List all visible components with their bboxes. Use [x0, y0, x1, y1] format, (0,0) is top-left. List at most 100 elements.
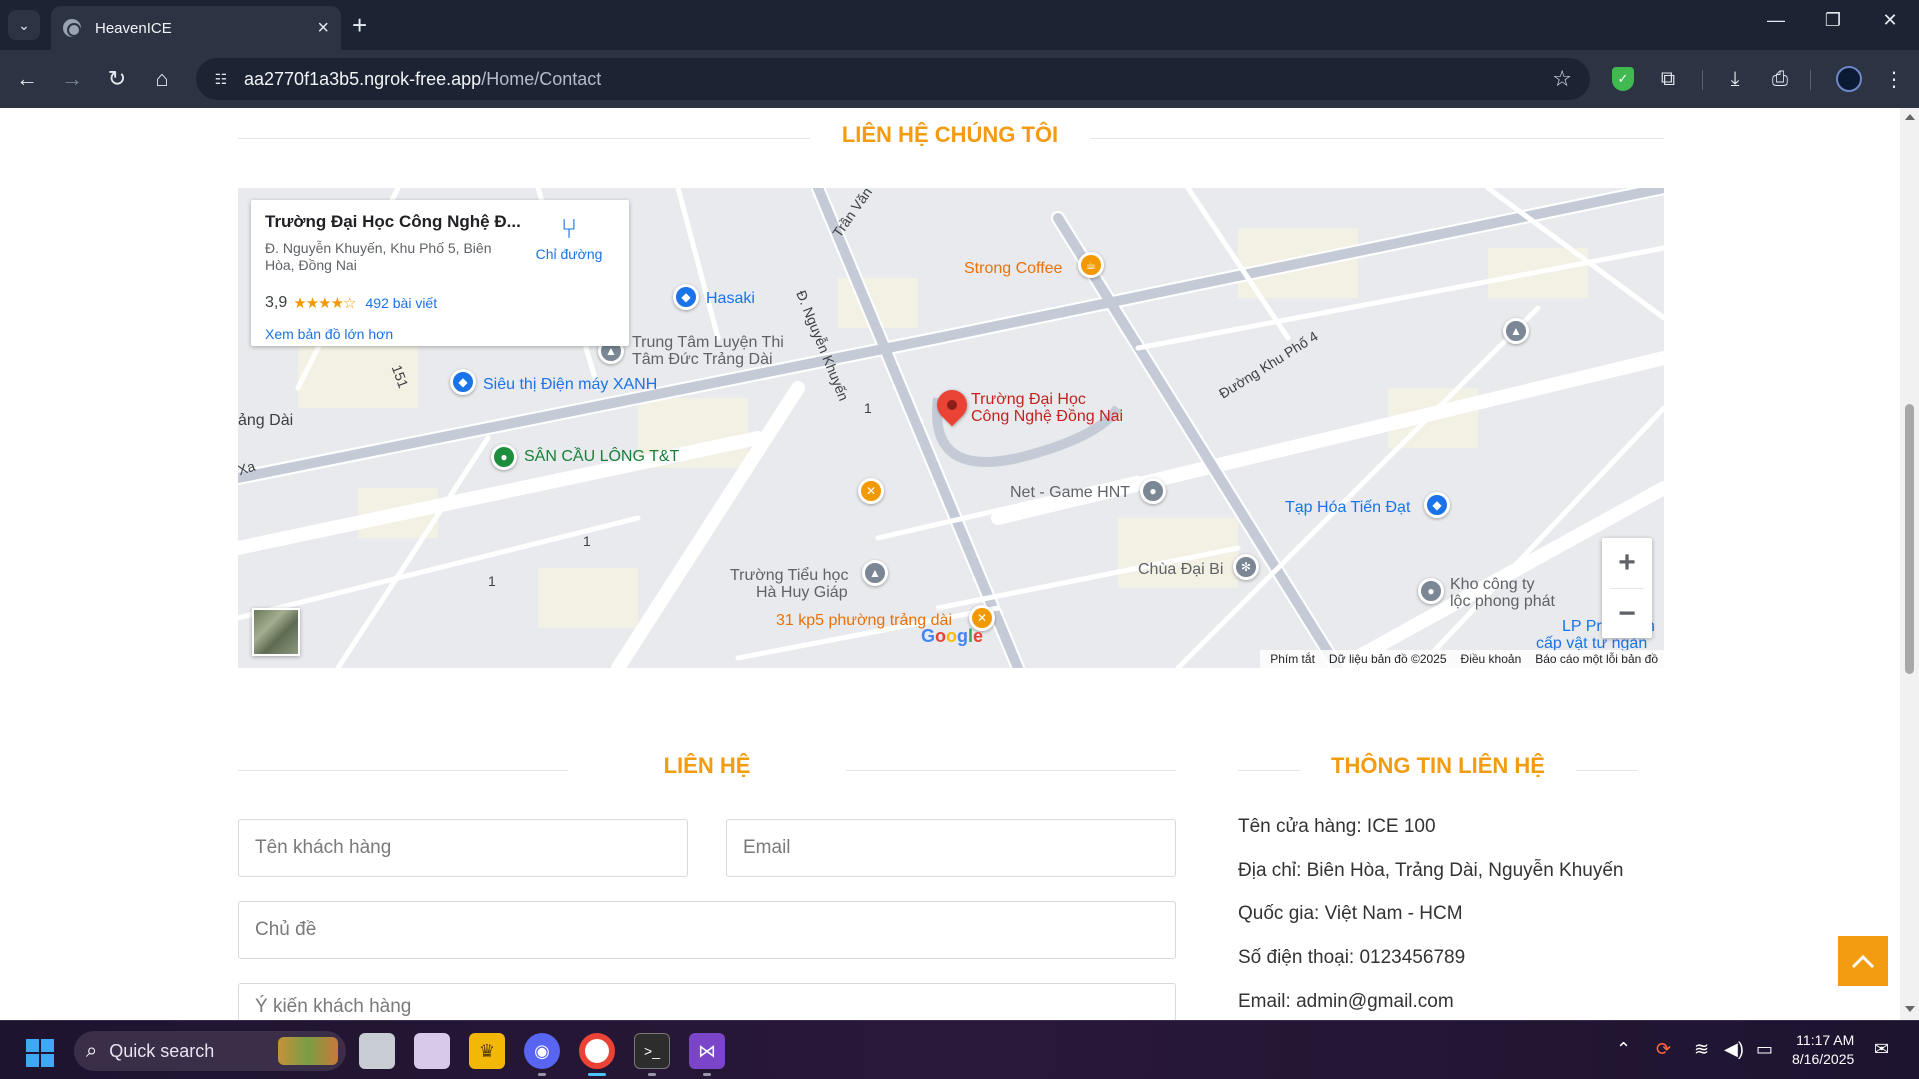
directions-button[interactable]: ⑂ Chỉ đường — [529, 213, 609, 263]
info-section-title: THÔNG TIN LIÊN HỆ — [1331, 753, 1545, 778]
scroll-up-arrow-icon[interactable] — [1905, 114, 1915, 120]
close-tab-icon[interactable]: × — [317, 18, 329, 38]
adblock-shield-icon[interactable]: ✓ — [1608, 64, 1638, 94]
zoom-in-button[interactable]: + — [1602, 538, 1652, 588]
search-highlight-art — [278, 1037, 338, 1065]
tab-title: HeavenICE — [95, 19, 172, 37]
map-zoom-controls: + − — [1602, 538, 1652, 638]
crown-app-icon[interactable]: ♛ — [469, 1033, 505, 1069]
message-textarea[interactable]: Ý kiến khách hàng — [238, 983, 1176, 1020]
screenshot-icon[interactable]: ⎙ — [1765, 64, 1795, 94]
windows-taskbar: ⌕ Quick search ♛ ◉ >_ ⋈ ⌃ ⟳ ≋ ◀) ▭ 11:17… — [0, 1020, 1919, 1079]
address-text: Địa chỉ: Biên Hòa, Trảng Dài, Nguyễn Khu… — [1238, 860, 1624, 881]
terms-link[interactable]: Điều khoản — [1461, 652, 1522, 666]
report-error-link[interactable]: Báo cáo một lỗi bản đồ — [1535, 652, 1658, 666]
back-to-top-button[interactable] — [1838, 936, 1888, 986]
clock-time: 11:17 AM — [1796, 1032, 1855, 1048]
rating-value: 3,9 — [265, 294, 288, 311]
profile-avatar[interactable] — [1834, 64, 1864, 94]
reviews-link[interactable]: 492 bài viết — [366, 295, 438, 311]
quick-search-box[interactable]: ⌕ Quick search — [74, 1031, 346, 1071]
address-bar[interactable]: ☷ aa2770f1a3b5.ngrok-free.app/Home/Conta… — [196, 58, 1590, 100]
restore-button[interactable]: ❐ — [1813, 10, 1853, 31]
directions-label: Chỉ đường — [535, 246, 603, 262]
shopping-bag-icon[interactable]: ◆ — [450, 369, 476, 395]
pin-icon[interactable]: ● — [1418, 578, 1444, 604]
page-scrollbar[interactable] — [1900, 108, 1919, 1020]
rating-stars-icon: ★★★★☆ — [293, 295, 356, 312]
map-place-card: Trường Đại Học Công Nghệ Đ... Đ. Nguyễn … — [251, 200, 629, 346]
shopping-bag-icon[interactable]: ◆ — [673, 284, 699, 310]
terminal-icon[interactable]: >_ — [634, 1033, 670, 1069]
place-name: Trường Đại Học Công Nghệ Đ... — [265, 212, 521, 231]
temple-icon[interactable]: ✻ — [1233, 554, 1259, 580]
coffee-icon[interactable]: ☕ — [1078, 252, 1104, 278]
map-attribution: Phím tắt Dữ liệu bản đồ ©2025 Điều khoản… — [1260, 650, 1664, 668]
restaurant-icon[interactable]: ✕ — [858, 478, 884, 504]
system-clock[interactable]: 11:17 AM 8/16/2025 — [1792, 1031, 1854, 1069]
extensions-icon[interactable]: ⧉ — [1653, 64, 1683, 94]
customer-name-input[interactable]: Tên khách hàng — [238, 819, 688, 877]
place-rating: 3,9 ★★★★☆ 492 bài viết — [265, 294, 437, 312]
browser-toolbar: ← → ↻ ⌂ ☷ aa2770f1a3b5.ngrok-free.app/Ho… — [0, 50, 1919, 108]
tab-search-button[interactable]: ⌄ — [8, 10, 40, 40]
browser-titlebar: ⌄ HeavenICE × + — ❐ ✕ — [0, 0, 1919, 50]
school-icon[interactable]: ▲ — [1503, 318, 1529, 344]
discord-icon[interactable]: ◉ — [524, 1033, 560, 1069]
email-text: Email: admin@gmail.com — [1238, 991, 1454, 1012]
satellite-layer-button[interactable] — [252, 608, 300, 656]
map-section-title: LIÊN HỆ CHÚNG TÔI — [841, 122, 1059, 147]
search-icon: ⌕ — [86, 1039, 98, 1062]
chevron-up-icon — [1851, 954, 1875, 969]
scrollbar-thumb[interactable] — [1905, 404, 1914, 674]
place-address: Đ. Nguyễn Khuyến, Khu Phố 5, Biên Hòa, Đ… — [265, 240, 492, 273]
school-icon[interactable]: ▲ — [862, 560, 888, 586]
map-data-text: Dữ liệu bản đồ ©2025 — [1328, 652, 1447, 666]
new-tab-button[interactable]: + — [352, 10, 367, 40]
google-logo: Google — [921, 626, 984, 646]
sync-icon[interactable]: ⟳ — [1656, 1039, 1671, 1060]
contact-section-title: LIÊN HỆ — [663, 753, 751, 778]
cart-icon[interactable]: ◆ — [1424, 492, 1450, 518]
page-viewport: LIÊN HỆ CHÚNG TÔI Strong Coffee ☕ ◆ Hasa… — [0, 108, 1900, 1020]
reload-icon[interactable]: ↻ — [102, 64, 132, 94]
url-host: aa2770f1a3b5.ngrok-free.app — [244, 68, 482, 89]
minimize-button[interactable]: — — [1756, 10, 1796, 31]
view-larger-map-link[interactable]: Xem bản đồ lớn hơn — [265, 326, 393, 342]
menu-dots-icon[interactable]: ⋮ — [1879, 64, 1909, 94]
phone-text: Số điện thoại: 0123456789 — [1238, 947, 1466, 968]
sports-icon[interactable]: ● — [491, 444, 517, 470]
file-explorer-icon[interactable] — [359, 1033, 395, 1069]
close-window-button[interactable]: ✕ — [1870, 10, 1910, 31]
battery-icon[interactable]: ▭ — [1756, 1039, 1773, 1060]
scroll-down-arrow-icon[interactable] — [1905, 1006, 1915, 1012]
keyboard-shortcuts-link[interactable]: Phím tắt — [1270, 652, 1315, 666]
anime-app-icon[interactable] — [414, 1033, 450, 1069]
visual-studio-icon[interactable]: ⋈ — [689, 1033, 725, 1069]
forward-arrow-icon[interactable]: → — [57, 64, 87, 94]
notification-icon[interactable]: ✉ — [1874, 1039, 1889, 1060]
volume-icon[interactable]: ◀) — [1724, 1039, 1744, 1060]
windows-start-icon[interactable] — [26, 1039, 54, 1067]
bookmark-star-icon[interactable]: ☆ — [1552, 66, 1572, 92]
pin-icon[interactable]: ● — [1140, 478, 1166, 504]
clock-date: 8/16/2025 — [1792, 1051, 1855, 1067]
chevron-up-icon[interactable]: ⌃ — [1616, 1039, 1631, 1060]
chrome-icon[interactable] — [579, 1033, 615, 1069]
email-input[interactable]: Email — [726, 819, 1176, 877]
embedded-map[interactable]: Strong Coffee ☕ ◆ Hasaki Trung Tâm Luyện… — [238, 188, 1664, 668]
site-info-icon[interactable]: ☷ — [210, 68, 232, 90]
back-arrow-icon[interactable]: ← — [12, 64, 42, 94]
url-path: /Home/Contact — [481, 68, 602, 89]
directions-icon: ⑂ — [560, 213, 578, 244]
country-text: Quốc gia: Việt Nam - HCM — [1238, 903, 1463, 924]
wifi-icon[interactable]: ≋ — [1694, 1039, 1709, 1060]
globe-icon — [63, 19, 81, 37]
zoom-out-button[interactable]: − — [1602, 589, 1652, 639]
browser-tab[interactable]: HeavenICE × — [51, 6, 341, 50]
subject-input[interactable]: Chủ đề — [238, 901, 1176, 959]
download-icon[interactable]: ⤓ — [1720, 64, 1750, 94]
quick-search-label: Quick search — [109, 1040, 215, 1061]
store-name-text: Tên cửa hàng: ICE 100 — [1238, 816, 1436, 837]
home-icon[interactable]: ⌂ — [147, 64, 177, 94]
